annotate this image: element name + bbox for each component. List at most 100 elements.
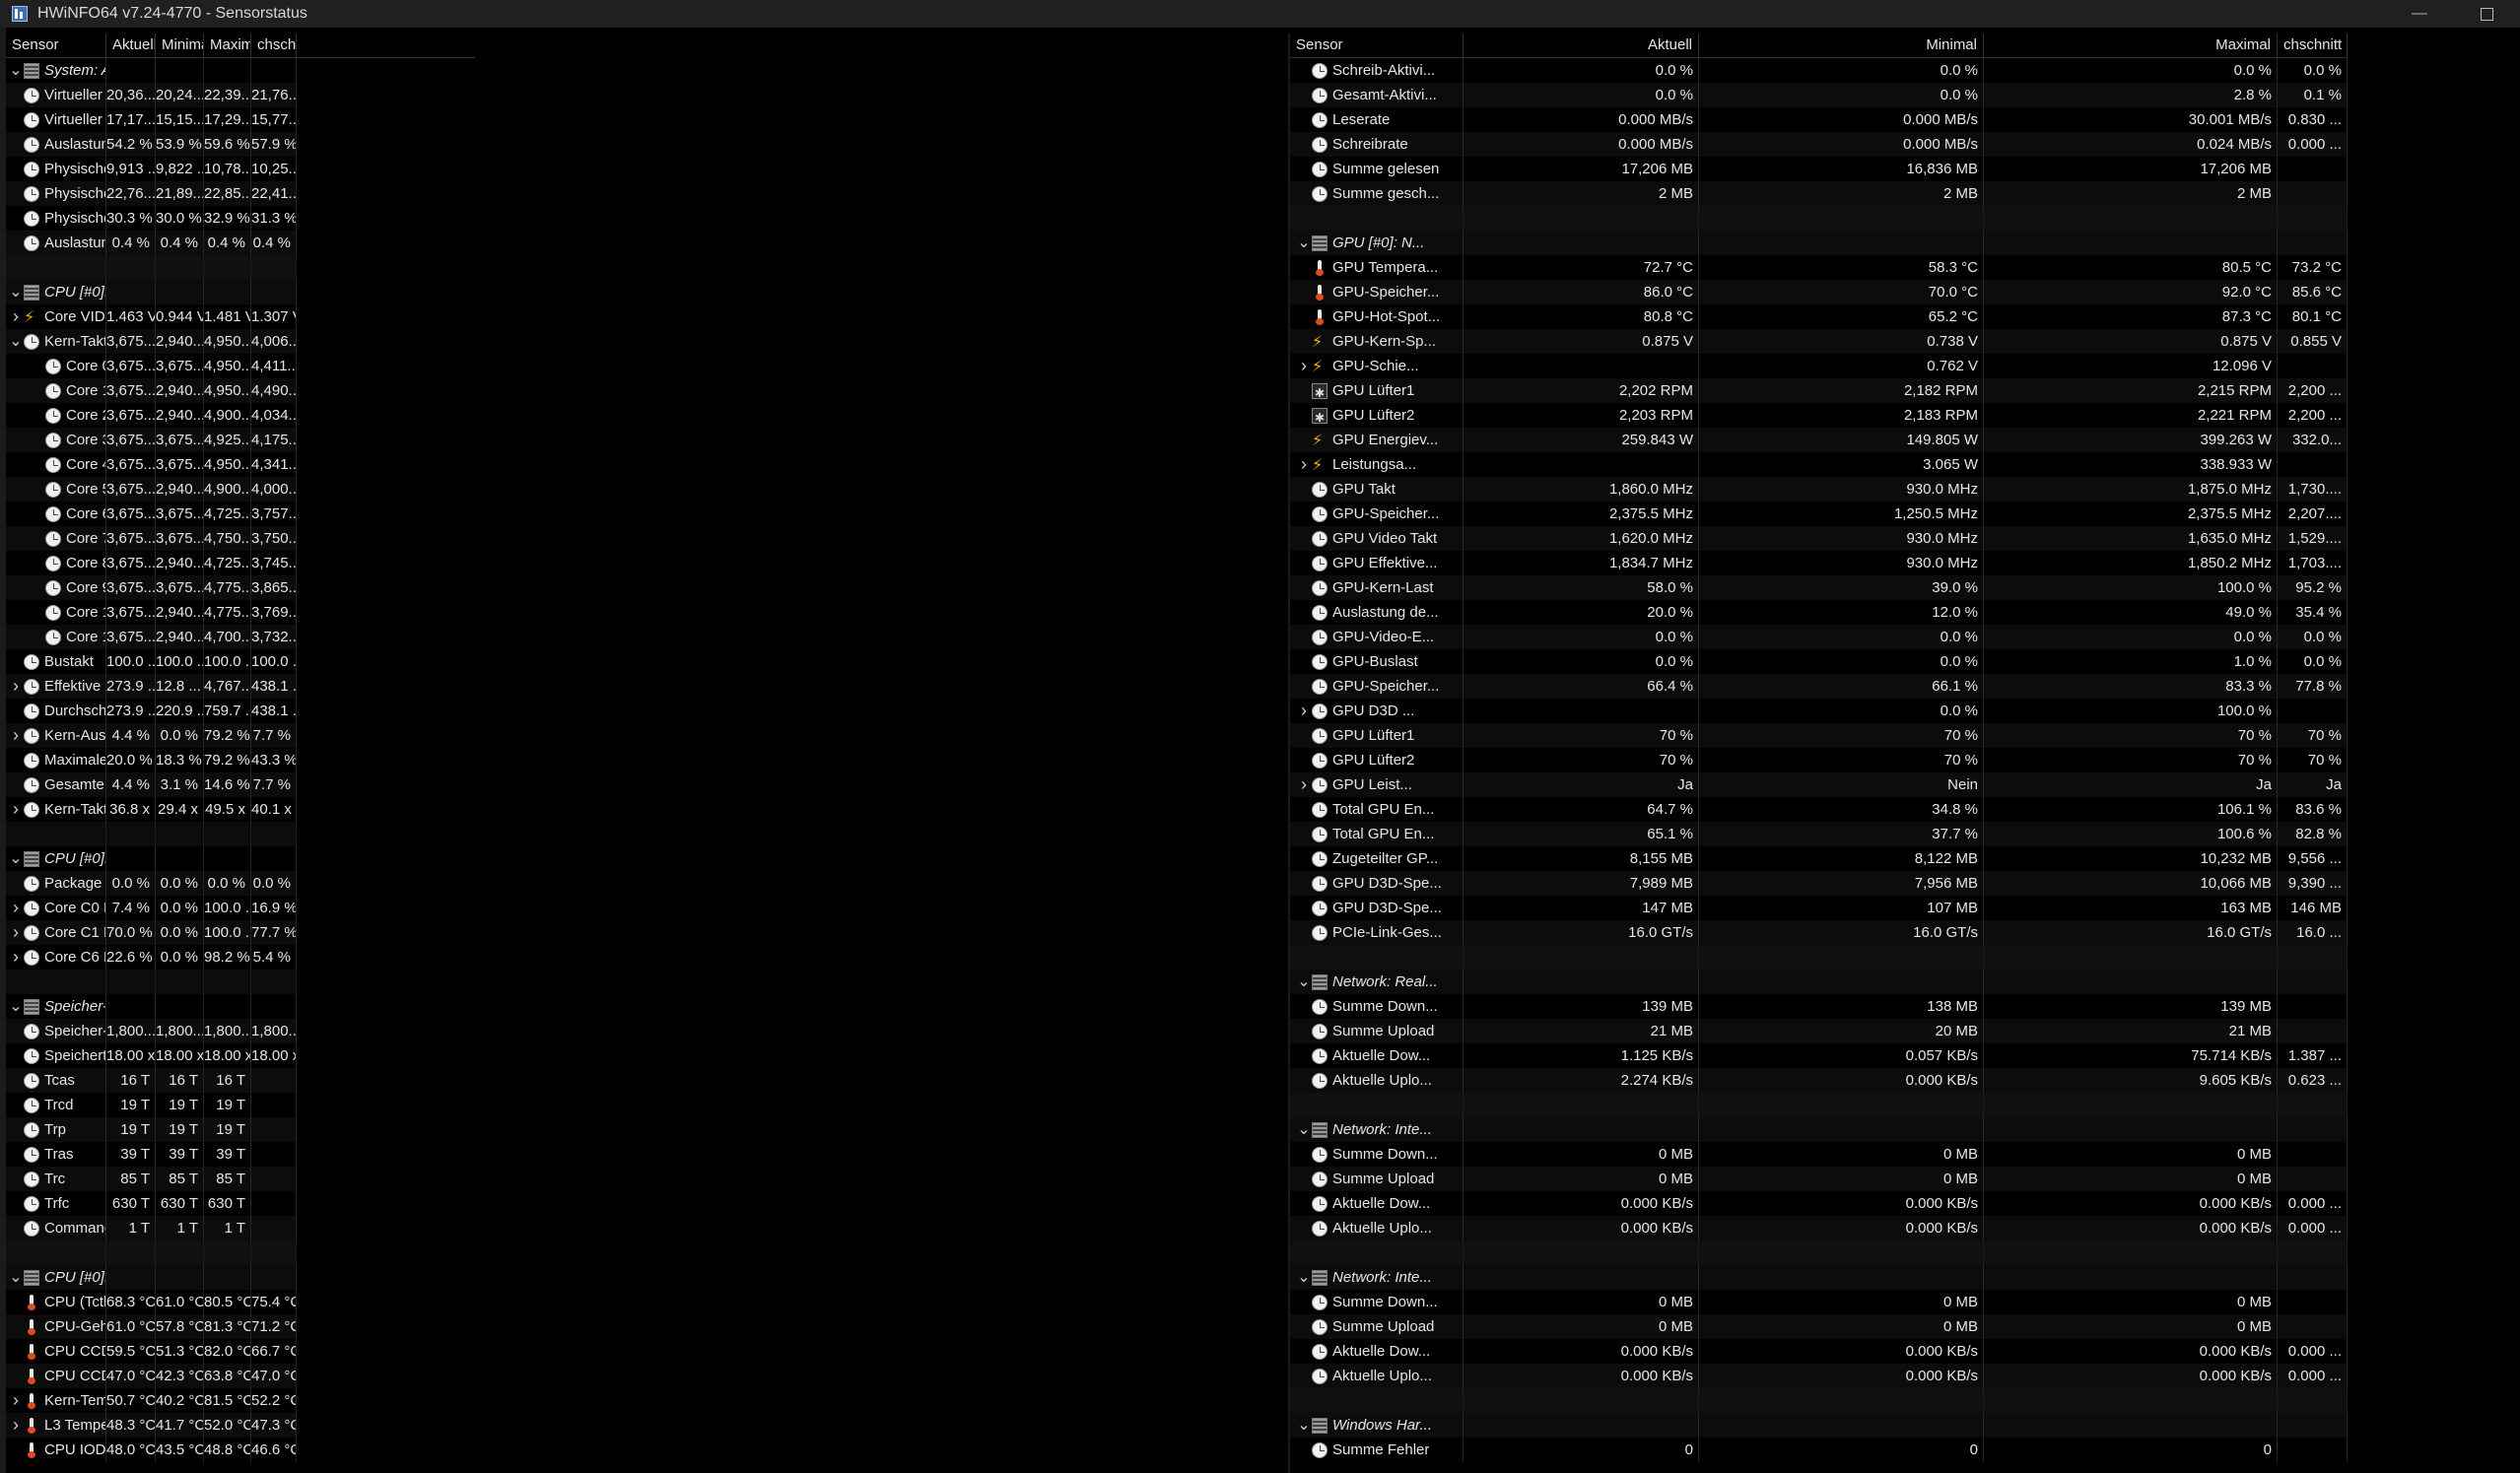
sensor-group-row[interactable]: ⌄ Network: Real... xyxy=(1290,970,2348,994)
chevron-down-icon[interactable]: ⌄ xyxy=(1296,1117,1312,1142)
sensor-row[interactable]: GPU-Speicher... 86.0 °C 70.0 °C 92.0 °C 85.6… xyxy=(1290,280,2348,304)
sensor-row[interactable]: Leserate 0.000 MB/s 0.000 MB/s 30.001 MB/s 0… xyxy=(1290,107,2348,132)
chevron-right-icon[interactable]: › xyxy=(8,945,24,970)
sensor-row[interactable]: Auslastung de... 20.0 % 12.0 % 49.0 % 35.4 % xyxy=(1290,600,2348,625)
sensor-row[interactable]: Schreibrate 0.000 MB/s 0.000 MB/s 0.024 MB/… xyxy=(1290,132,2348,157)
chevron-right-icon[interactable]: › xyxy=(8,723,24,748)
chevron-down-icon[interactable]: ⌄ xyxy=(8,329,24,354)
sensor-row[interactable]: Speichertakt-...18.00 x18.00 x18.00 x18.… xyxy=(6,1043,475,1068)
sensor-row[interactable]: Trfc 630 T 630 T 630 T xyxy=(6,1191,475,1216)
sensor-row[interactable]: Summe Upload 21 MB 20 MB 21 MB xyxy=(1290,1019,2348,1043)
sensor-row[interactable]: Summe Upload 0 MB 0 MB 0 MB xyxy=(1290,1314,2348,1339)
sensor-table-right[interactable]: Sensor Aktuell Minimal Maximal chschnitt… xyxy=(1290,33,2348,1473)
sensor-row[interactable]: › Leistungsa... 3.065 W338.933 W xyxy=(1290,452,2348,477)
chevron-down-icon[interactable]: ⌄ xyxy=(8,58,24,83)
sensor-row[interactable]: Core 4 Ta...3,675....3,675....4,950....4… xyxy=(6,452,475,477)
column-header-maximum[interactable]: Maximal xyxy=(1984,33,2278,57)
sensor-row[interactable]: Bustakt100.0 ...100.0 ...100.0 ...100.0 … xyxy=(6,649,475,674)
sensor-row[interactable]: › GPU-Schie... 0.762 V12.096 V xyxy=(1290,354,2348,378)
sensor-row[interactable]: Gesamt-Aktivi... 0.0 % 0.0 % 2.8 % 0.1 % xyxy=(1290,83,2348,107)
sensor-group-row[interactable]: ⌄ CPU [#0]: A... xyxy=(6,1265,475,1290)
sensor-row[interactable]: Summe Down... 0 MB 0 MB 0 MB xyxy=(1290,1142,2348,1167)
sensor-row[interactable]: Aktuelle Uplo... 0.000 KB/s 0.000 KB/s 0.00… xyxy=(1290,1364,2348,1388)
sensor-row[interactable]: GPU Lüfter2 70 % 70 % 70 % 70 % xyxy=(1290,748,2348,772)
column-header-average[interactable]: chschnitt xyxy=(2278,33,2348,57)
sensor-row[interactable]: GPU Video Takt 1,620.0 MHz 930.0 MHz 1,635.… xyxy=(1290,526,2348,551)
sensor-row[interactable]: › Core C0 B...7.4 %0.0 %100.0 ...16.9 % xyxy=(6,896,475,920)
sensor-row[interactable]: Core 2 Ta...3,675....2,940....4,900....4… xyxy=(6,403,475,428)
sensor-row[interactable]: Trc 85 T 85 T 85 T xyxy=(6,1167,475,1191)
column-header-average[interactable]: chschnitt xyxy=(251,33,297,57)
sensor-row[interactable]: Durchschnittli...273.9 ...220.9 ...759.7… xyxy=(6,699,475,723)
sensor-row[interactable]: › Core C1 B...70.0 %0.0 %100.0 ...77.7 % xyxy=(6,920,475,945)
sensor-row[interactable]: Tcas 16 T 16 T 16 T xyxy=(6,1068,475,1093)
sensor-row[interactable]: GPU D3D-Spe... 147 MB 107 MB 163 MB 146 MB xyxy=(1290,896,2348,920)
sensor-row[interactable]: Core 1 Ta...3,675....2,940....4,950....4… xyxy=(6,378,475,403)
sensor-row[interactable]: CPU-Gehäuse...61.0 °C57.8 °C81.3 °C71.2 … xyxy=(6,1314,475,1339)
sensor-row[interactable]: › Kern-Tem...50.7 °C40.2 °C81.5 °C52.2 °C xyxy=(6,1388,475,1413)
sensor-row[interactable]: GPU-Kern-Last 58.0 % 39.0 % 100.0 % 95.2 % xyxy=(1290,575,2348,600)
sensor-row[interactable]: Summe gelesen 17,206 MB 16,836 MB 17,206 MB xyxy=(1290,157,2348,181)
sensor-row[interactable]: GPU Lüfter2 2,203 RPM2,183 RPM2,221 RPM2,… xyxy=(1290,403,2348,428)
sensor-row[interactable]: CPU (Tctl/Tdie)68.3 °C61.0 °C80.5 °C75.4… xyxy=(6,1290,475,1314)
maximize-button[interactable] xyxy=(2453,0,2520,28)
sensor-row[interactable]: Aktuelle Uplo... 2.274 KB/s 0.000 KB/s 9.60… xyxy=(1290,1068,2348,1093)
sensor-row[interactable]: Aktuelle Uplo... 0.000 KB/s 0.000 KB/s 0.00… xyxy=(1290,1216,2348,1240)
sensor-group-row[interactable]: ⌄ Speicher-Timi... xyxy=(6,994,475,1019)
sensor-row[interactable]: › GPU Leist... Ja Nein Ja Ja xyxy=(1290,772,2348,797)
sensor-group-row[interactable]: ⌄ CPU [#0]: A... xyxy=(6,846,475,871)
sensor-row[interactable]: Trcd 19 T 19 T 19 T xyxy=(6,1093,475,1117)
chevron-right-icon[interactable]: › xyxy=(8,304,24,329)
chevron-right-icon[interactable]: › xyxy=(1296,772,1312,797)
chevron-down-icon[interactable]: ⌄ xyxy=(8,994,24,1019)
sensor-row[interactable]: Core 11 T...3,675....2,940....4,700....3… xyxy=(6,625,475,649)
sensor-row[interactable]: Aktuelle Dow... 1.125 KB/s 0.057 KB/s 75.71… xyxy=(1290,1043,2348,1068)
chevron-right-icon[interactable]: › xyxy=(1296,452,1312,477)
chevron-down-icon[interactable]: ⌄ xyxy=(8,846,24,871)
sensor-row[interactable]: Maximale CP...20.0 %18.3 %79.2 %43.3 % xyxy=(6,748,475,772)
minimize-button[interactable]: — xyxy=(2386,0,2453,28)
chevron-down-icon[interactable]: ⌄ xyxy=(1296,970,1312,994)
sensor-group-row[interactable]: ⌄ GPU [#0]: N... xyxy=(1290,231,2348,255)
sensor-row[interactable]: Virtueller Spei...20,36...20,24...22,39.… xyxy=(6,83,475,107)
sensor-row[interactable]: › Core C6 B...22.6 %0.0 %98.2 %5.4 % xyxy=(6,945,475,970)
sensor-row[interactable]: GPU-Kern-Sp...0.875 V0.738 V0.875 V0.855… xyxy=(1290,329,2348,354)
chevron-right-icon[interactable]: › xyxy=(8,920,24,945)
sensor-row[interactable]: Total GPU En... 65.1 % 37.7 % 100.6 % 82.8 % xyxy=(1290,822,2348,846)
sensor-row[interactable]: CPU IOD Hot...48.0 °C43.5 °C48.8 °C46.6 … xyxy=(6,1438,475,1462)
column-header-current[interactable]: Aktuell xyxy=(1464,33,1699,57)
column-header-sensor[interactable]: Sensor xyxy=(6,33,106,57)
sensor-row[interactable]: Core 7 Ta...3,675....3,675....4,750....3… xyxy=(6,526,475,551)
sensor-row[interactable]: Gesamte CPU...4.4 %3.1 %14.6 %7.7 % xyxy=(6,772,475,797)
sensor-table-left[interactable]: Sensor Aktuell Minimal Maximal chschnitt… xyxy=(6,33,475,1473)
sensor-row[interactable]: › Core VIDs1.463 V0.944 V1.481 V1.307 V xyxy=(6,304,475,329)
sensor-row[interactable]: PCIe-Link-Ges... 16.0 GT/s 16.0 GT/s 16.0 G… xyxy=(1290,920,2348,945)
sensor-row[interactable]: Auslastung de...0.4 %0.4 %0.4 %0.4 % xyxy=(6,231,475,255)
sensor-row[interactable]: Trp 19 T 19 T 19 T xyxy=(6,1117,475,1142)
sensor-row[interactable]: Summe Upload 0 MB 0 MB 0 MB xyxy=(1290,1167,2348,1191)
column-header-minimum[interactable]: Minimal xyxy=(156,33,204,57)
column-header-maximum[interactable]: Maximal xyxy=(204,33,251,57)
sensor-row[interactable]: Speicher-Takt1,800....1,800....1,800....… xyxy=(6,1019,475,1043)
sensor-row[interactable]: Summe Down... 0 MB 0 MB 0 MB xyxy=(1290,1290,2348,1314)
sensor-row[interactable]: Core 10 T...3,675....2,940....4,775....3… xyxy=(6,600,475,625)
sensor-group-row[interactable]: ⌄ Windows Har... xyxy=(1290,1413,2348,1438)
sensor-row[interactable]: › Kern-Ausl...4.4 %0.0 %79.2 %7.7 % xyxy=(6,723,475,748)
sensor-row[interactable]: Zugeteilter GP... 8,155 MB 8,122 MB 10,232 … xyxy=(1290,846,2348,871)
sensor-row[interactable]: GPU D3D-Spe... 7,989 MB 7,956 MB 10,066 MB 9… xyxy=(1290,871,2348,896)
sensor-row[interactable]: GPU Tempera... 72.7 °C 58.3 °C 80.5 °C 73.2 … xyxy=(1290,255,2348,280)
sensor-row[interactable]: Physische Spe...30.3 %30.0 %32.9 %31.3 % xyxy=(6,206,475,231)
chevron-right-icon[interactable]: › xyxy=(8,797,24,822)
sensor-group-row[interactable]: ⌄ System: ASUS xyxy=(6,58,475,83)
chevron-right-icon[interactable]: › xyxy=(8,1413,24,1438)
sensor-row[interactable]: Aktuelle Dow... 0.000 KB/s 0.000 KB/s 0.000… xyxy=(1290,1339,2348,1364)
sensor-row[interactable]: Summe gesch... 2 MB 2 MB 2 MB xyxy=(1290,181,2348,206)
sensor-row[interactable]: GPU Lüfter1 70 % 70 % 70 % 70 % xyxy=(1290,723,2348,748)
column-header-minimum[interactable]: Minimal xyxy=(1699,33,1984,57)
sensor-row[interactable]: Aktuelle Dow... 0.000 KB/s 0.000 KB/s 0.000… xyxy=(1290,1191,2348,1216)
chevron-right-icon[interactable]: › xyxy=(8,896,24,920)
chevron-right-icon[interactable]: › xyxy=(1296,699,1312,723)
chevron-right-icon[interactable]: › xyxy=(8,674,24,699)
sensor-row[interactable]: GPU Lüfter1 2,202 RPM2,182 RPM2,215 RPM2,… xyxy=(1290,378,2348,403)
sensor-row[interactable]: GPU-Video-E... 0.0 % 0.0 % 0.0 % 0.0 % xyxy=(1290,625,2348,649)
